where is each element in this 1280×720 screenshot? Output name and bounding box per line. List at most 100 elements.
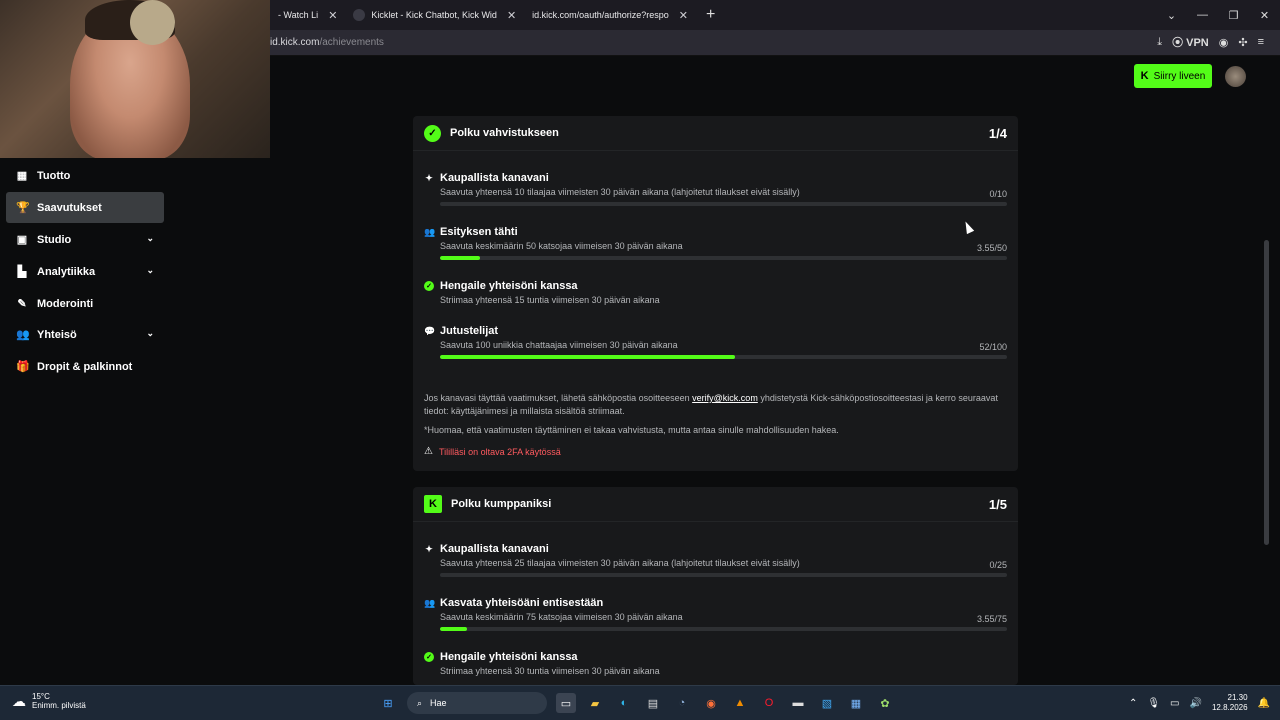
opera-icon[interactable]: O [759,693,779,713]
sidebar-item[interactable]: 🏆 Saavutukset [6,192,164,223]
requirement-title: Kasvata yhteisöäni entisestään [440,597,604,609]
card-title: Polku kumppaniksi [451,498,552,510]
terminal-icon[interactable]: ▬ [788,693,808,713]
browser-tab[interactable]: - Watch Li ✕ [270,0,345,30]
extensions-icon[interactable]: ✣ [1238,36,1247,49]
start-icon[interactable]: ⊞ [378,693,398,713]
store-icon[interactable]: ▤ [643,693,663,713]
progress-fill [440,355,735,359]
requirement-title-row: 👥 Kasvata yhteisöäni entisestään [424,597,1007,609]
verification-note: Jos kanavasi täyttää vaatimukset, lähetä… [424,392,1004,418]
requirement-title: Kaupallista kanavani [440,543,549,555]
taskbar-search[interactable]: ⌕ Hae [407,692,547,714]
requirement-value: 52/100 [979,342,1007,352]
app-icon[interactable]: ✿ [875,693,895,713]
notification-icon[interactable]: 🔔 [1258,698,1270,709]
url-field[interactable]: id.kick.com/achievements [270,37,384,48]
requirement-title-row: ✦ Kaupallista kanavani [424,172,1007,184]
requirement-description: Saavuta keskimäärin 75 katsojaa viimeise… [440,612,683,622]
go-live-label: Siirry liveen [1153,70,1206,82]
requirement-title-row: 👥 Esityksen tähti [424,226,1007,238]
progress-bar [440,573,1007,577]
tab-label: id.kick.com/oauth/authorize?respo [532,10,669,20]
sidebar-item-label: Saavutukset [37,201,102,214]
toolbar-icons: ⤓ ⦿ VPN ◉ ✣ ≡ [1157,34,1264,50]
card-progress-count: 1/5 [988,497,1007,512]
page-scrollbar[interactable] [1264,240,1269,545]
tab-label: - Watch Li [278,10,319,20]
requirement-title: Jutustelijat [440,325,499,337]
search-icon: ⌕ [417,697,423,708]
chevron-down-icon[interactable]: ⌄ [146,265,154,276]
volume-icon[interactable]: 🔊 [1190,698,1202,709]
tab-close-icon[interactable]: ✕ [507,9,516,22]
vpn-button[interactable]: ⦿ VPN [1172,34,1209,50]
sidebar-item-label: Studio [37,233,72,246]
kick-logo-icon: K [1140,70,1149,82]
chevron-down-icon[interactable]: ⌄ [146,233,154,244]
vpn-label: VPN [1186,37,1209,49]
window-app-icon[interactable]: ▦ [846,693,866,713]
sidebar-item[interactable]: ✎ Moderointi [6,288,164,319]
verify-email-link[interactable]: verify@kick.com [692,393,758,403]
twofa-warning: ⚠ Tililläsi on oltava 2FA käytössä [424,446,561,457]
chevron-down-icon[interactable]: ⌄ [146,328,154,339]
requirement-title: Esityksen tähti [440,226,518,238]
favicon-icon [353,9,366,21]
sidebar: ▦ Tuotto 🏆 Saavutukset ▣ Studio ⌄ ▙ Analytiikka ⌄… [0,158,170,688]
tab-label: Kicklet - Kick Chatbot, Kick Wid [371,10,497,20]
browser-tab[interactable]: Kicklet - Kick Chatbot, Kick Wid ✕ [345,0,524,30]
task-view-icon[interactable]: ▭ [556,693,576,713]
minimize-icon[interactable]: — [1187,9,1218,21]
edge-icon[interactable]: ◐ [614,693,634,713]
tab-list-icon[interactable]: ⌄ [1156,9,1187,22]
webcam-overlay [0,0,270,158]
requirement-icon: 👥 [424,597,436,608]
tab-close-icon[interactable]: ✕ [679,9,688,22]
editor-icon[interactable]: ▧ [817,693,837,713]
webcam-poster [130,0,175,45]
requirement-item: 👥 Kasvata yhteisöäni entisestään Saavuta k… [424,597,1007,631]
file-explorer-icon[interactable]: ▰ [585,693,605,713]
steam-icon[interactable]: ◔ [672,693,692,713]
close-window-icon[interactable]: ✕ [1249,9,1280,22]
vlc-icon[interactable]: ▲ [730,693,750,713]
requirement-description: Striimaa yhteensä 30 tuntia viimeisen 30… [440,666,660,676]
requirement-icon: ✦ [425,172,433,183]
system-tray: ⌃ 🎙 ▭ 🔊 21.30 12.8.2026 🔔 [1129,693,1270,713]
avatar[interactable] [1225,66,1246,87]
requirement-description: Saavuta 100 uniikkia chattaajaa viimeise… [440,340,678,350]
clock[interactable]: 21.30 12.8.2026 [1212,693,1248,713]
check-icon: ✓ [424,281,434,291]
sidebar-item[interactable]: 👥 Yhteisö ⌄ [6,319,164,350]
requirement-item: ✦ Kaupallista kanavani Saavuta yhteensä 25… [424,543,1007,577]
network-icon[interactable]: ▭ [1170,698,1179,709]
sidebar-item[interactable]: ▦ Tuotto [6,160,164,191]
requirement-icon: 💬 [424,325,436,336]
sidebar-item[interactable]: 🎁 Dropit & palkinnot [6,351,164,382]
browser-tab-active[interactable]: id.kick.com/oauth/authorize?respo ✕ [524,0,696,30]
maximize-icon[interactable]: ❐ [1218,9,1249,22]
requirement-icon: ✦ [425,543,433,554]
windows-taskbar: ☁ 15°C Enimm. pilvistä ⊞ ⌕ Hae ▭ ▰ ◐ ▤ ◔… [0,685,1280,720]
clock-date: 12.8.2026 [1211,703,1248,712]
requirement-title-row: ✓ Hengaile yhteisöni kanssa [424,651,1007,663]
sidebar-item-icon: ▦ [16,170,28,182]
menu-icon[interactable]: ≡ [1258,36,1264,48]
sidebar-item[interactable]: ▣ Studio ⌄ [6,224,164,255]
sidebar-item-icon: ✎ [17,298,27,310]
warning-text: Tililläsi on oltava 2FA käytössä [438,446,561,457]
verification-card: ✓ Polku vahvistukseen 1/4 Jos kanavasi t… [413,116,1018,471]
new-tab-button[interactable]: + [696,6,725,24]
tab-close-icon[interactable]: ✕ [328,9,337,22]
progress-bar [440,355,1007,359]
chevron-up-icon[interactable]: ⌃ [1129,698,1137,709]
account-icon[interactable]: ◉ [1219,36,1229,49]
weather-widget[interactable]: ☁ 15°C Enimm. pilvistä [12,692,86,710]
microphone-icon[interactable]: 🎙 [1147,698,1160,709]
sidebar-item[interactable]: ▙ Analytiikka ⌄ [6,256,164,287]
firefox-icon[interactable]: ◉ [701,693,721,713]
download-icon[interactable]: ⤓ [1157,36,1162,49]
requirement-item: 💬 Jutustelijat Saavuta 100 uniikkia chatta… [424,325,1007,359]
go-live-button[interactable]: K Siirry liveen [1134,64,1212,88]
